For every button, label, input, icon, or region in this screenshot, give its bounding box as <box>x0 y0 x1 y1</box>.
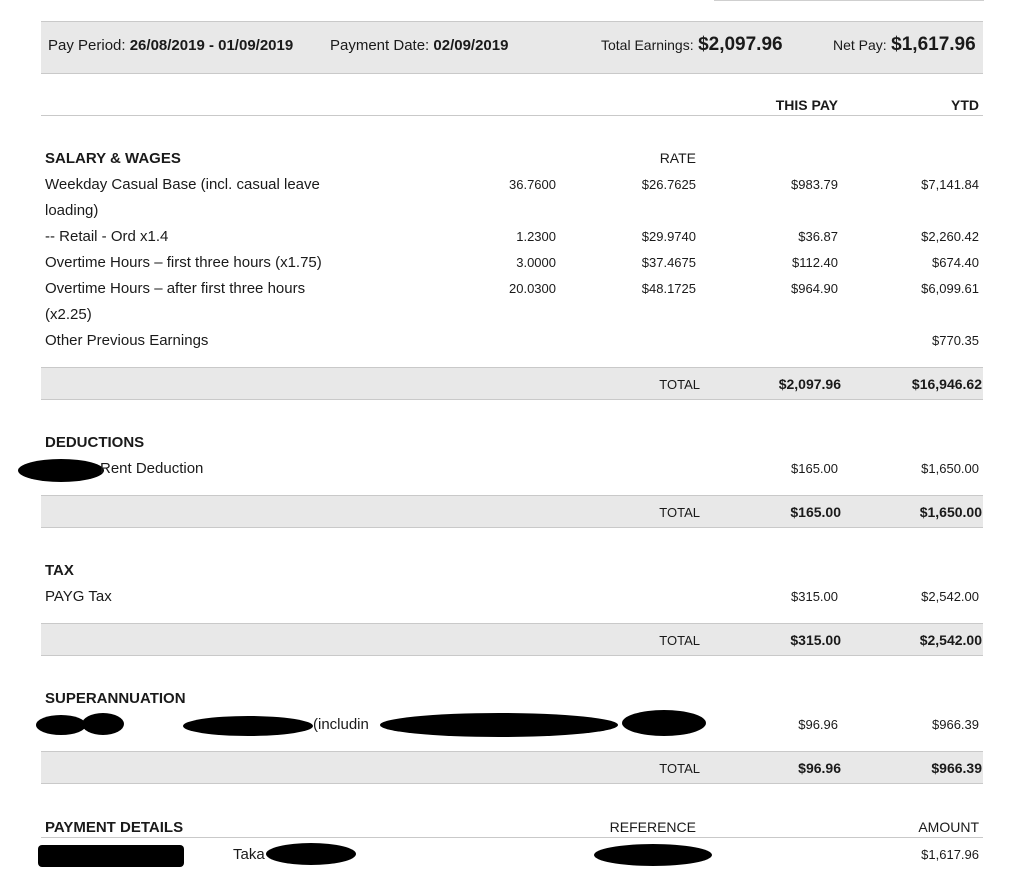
salary-row-hours: 36.7600 <box>509 177 556 192</box>
redaction-mark <box>183 716 313 736</box>
redaction-mark <box>594 844 712 866</box>
salary-row-rate: $48.1725 <box>641 281 696 296</box>
salary-row-rate: $37.4675 <box>641 255 696 270</box>
tax-row-desc: PAYG Tax <box>45 588 112 605</box>
redaction-mark <box>622 710 706 736</box>
tax-row-ytd: $2,542.00 <box>921 589 979 604</box>
deduction-row-this-pay: $165.00 <box>791 461 838 476</box>
salary-row-this-pay: $112.40 <box>791 255 838 270</box>
payment-date-label: Payment Date: <box>330 37 430 54</box>
salary-row-desc: Overtime Hours – first three hours (x1.7… <box>45 254 322 271</box>
deductions-total-ytd: $1,650.00 <box>919 504 982 520</box>
col-ytd: YTD <box>951 97 979 113</box>
redaction-mark <box>380 713 618 737</box>
salary-row-hours: 20.0300 <box>509 281 556 296</box>
salary-row-hours: 1.2300 <box>516 229 556 244</box>
tax-total-label: TOTAL <box>659 633 700 648</box>
net-pay-label: Net Pay: <box>833 37 887 53</box>
pay-period-value: 26/08/2019 - 01/09/2019 <box>129 37 294 54</box>
salary-row-hours: 3.0000 <box>516 255 556 270</box>
col-rate: RATE <box>659 150 696 166</box>
salary-row-rate: $26.7625 <box>641 177 696 192</box>
super-total-this-pay: $96.96 <box>798 760 841 776</box>
payment-section-title: PAYMENT DETAILS <box>45 819 184 836</box>
salary-section-title: SALARY & WAGES <box>45 150 181 167</box>
super-row-ytd: $966.39 <box>932 717 979 732</box>
salary-row-ytd: $770.35 <box>932 333 979 348</box>
deductions-total-label: TOTAL <box>659 505 700 520</box>
redaction-mark <box>36 715 86 735</box>
payment-row-amount: $1,617.96 <box>921 847 979 862</box>
total-earnings-value: $2,097.96 <box>698 34 783 55</box>
salary-row-desc: Weekday Casual Base (incl. casual leave <box>45 176 320 193</box>
redaction-mark <box>266 843 356 865</box>
salary-row-desc: -- Retail - Ord x1.4 <box>45 228 169 245</box>
deduction-row-desc: Rent Deduction <box>100 460 204 477</box>
salary-row-desc-cont: loading) <box>45 202 99 219</box>
payment-header-rule <box>41 837 983 838</box>
salary-row-desc-cont: (x2.25) <box>45 306 92 323</box>
super-total-label: TOTAL <box>659 761 700 776</box>
super-total-ytd: $966.39 <box>931 760 982 776</box>
payment-row-name: Taka <box>233 846 265 863</box>
salary-row-this-pay: $964.90 <box>791 281 838 296</box>
salary-row-ytd: $674.40 <box>932 255 979 270</box>
redaction-mark <box>82 713 124 735</box>
salary-total-label: TOTAL <box>659 377 700 392</box>
deductions-total-this-pay: $165.00 <box>790 504 841 520</box>
deductions-section-title: DEDUCTIONS <box>45 434 145 451</box>
payment-amount-label: AMOUNT <box>918 819 979 835</box>
salary-row-ytd: $7,141.84 <box>921 177 979 192</box>
top-rule <box>714 0 984 1</box>
salary-row-desc: Overtime Hours – after first three hours <box>45 280 306 297</box>
tax-total-this-pay: $315.00 <box>790 632 841 648</box>
payment-date: Payment Date: 02/09/2019 <box>330 37 508 54</box>
super-row-this-pay: $96.96 <box>798 717 838 732</box>
salary-total-this-pay: $2,097.96 <box>778 376 841 392</box>
super-row-desc: (includin <box>313 716 369 733</box>
salary-row-this-pay: $36.87 <box>798 229 838 244</box>
salary-row-this-pay: $983.79 <box>791 177 838 192</box>
deduction-row-ytd: $1,650.00 <box>921 461 979 476</box>
total-earnings: Total Earnings: $2,097.96 <box>601 34 783 56</box>
salary-row-rate: $29.9740 <box>641 229 696 244</box>
super-section-title: SUPERANNUATION <box>45 690 186 707</box>
tax-section-title: TAX <box>45 562 74 579</box>
salary-total-ytd: $16,946.62 <box>911 376 982 392</box>
total-earnings-label: Total Earnings: <box>601 37 694 53</box>
pay-period: Pay Period: 26/08/2019 - 01/09/2019 <box>48 37 293 54</box>
salary-row-ytd: $6,099.61 <box>921 281 979 296</box>
tax-total-ytd: $2,542.00 <box>919 632 982 648</box>
tax-row-this-pay: $315.00 <box>791 589 838 604</box>
net-pay: Net Pay: $1,617.96 <box>833 34 976 56</box>
payment-date-value: 02/09/2019 <box>433 37 509 54</box>
col-this-pay: THIS PAY <box>775 97 838 113</box>
redaction-mark <box>38 845 184 867</box>
column-header-rule <box>41 115 983 116</box>
salary-row-desc: Other Previous Earnings <box>45 332 209 349</box>
pay-period-label: Pay Period: <box>48 37 126 54</box>
redaction-mark <box>18 459 104 482</box>
net-pay-value: $1,617.96 <box>891 34 976 55</box>
salary-row-ytd: $2,260.42 <box>921 229 979 244</box>
payment-reference-label: REFERENCE <box>609 819 696 835</box>
